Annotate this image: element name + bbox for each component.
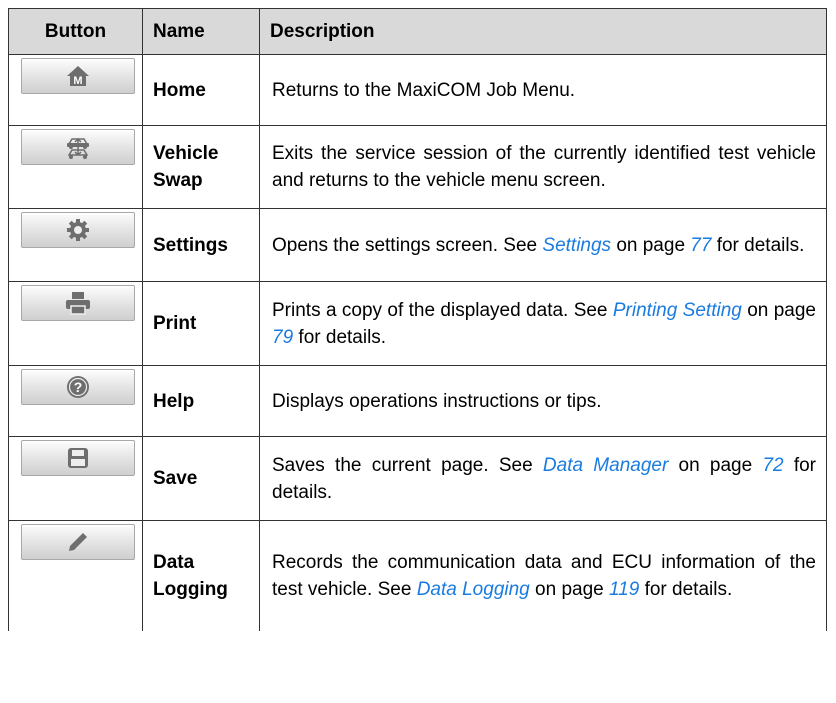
table-row: Data Logging Records the communication d… — [8, 520, 827, 631]
vehicle-swap-icon — [67, 137, 89, 159]
row-description: Prints a copy of the displayed data. See… — [259, 281, 827, 366]
vehicle-swap-button[interactable] — [21, 129, 135, 165]
header-description: Description — [259, 8, 827, 55]
row-description: Records the communication data and ECU i… — [259, 520, 827, 631]
row-description: Opens the settings screen. See Settings … — [259, 208, 827, 282]
page-link[interactable]: 72 — [762, 455, 783, 476]
svg-text:M: M — [73, 75, 82, 87]
page-link[interactable]: 77 — [690, 235, 711, 256]
header-name: Name — [142, 8, 260, 55]
print-button[interactable] — [21, 285, 135, 321]
pencil-icon — [69, 533, 87, 551]
data-logging-link[interactable]: Data Logging — [417, 579, 530, 600]
table-row: M Home Returns to the MaxiCOM Job Menu. — [8, 54, 827, 126]
svg-text:?: ? — [74, 379, 83, 395]
row-name: Print — [142, 281, 260, 366]
page-link[interactable]: 119 — [609, 579, 639, 600]
table-row: Print Prints a copy of the displayed dat… — [8, 281, 827, 366]
table-row: Save Saves the current page. See Data Ma… — [8, 436, 827, 521]
page-link[interactable]: 79 — [272, 327, 293, 348]
row-description: Displays operations instructions or tips… — [259, 365, 827, 437]
row-name: Vehicle Swap — [142, 125, 260, 209]
save-button[interactable] — [21, 440, 135, 476]
data-logging-button[interactable] — [21, 524, 135, 560]
help-icon: ? — [67, 376, 89, 398]
table-row: ? Help Displays operations instructions … — [8, 365, 827, 437]
gear-icon — [67, 219, 89, 241]
settings-button[interactable] — [21, 212, 135, 248]
data-manager-link[interactable]: Data Manager — [543, 455, 668, 476]
help-button[interactable]: ? — [21, 369, 135, 405]
row-name: Help — [142, 365, 260, 437]
row-name: Settings — [142, 208, 260, 282]
home-icon: M — [67, 66, 89, 87]
row-description: Exits the service session of the current… — [259, 125, 827, 209]
table-header-row: Button Name Description — [8, 8, 827, 55]
button-reference-table: Button Name Description M Home Returns t… — [8, 8, 827, 631]
row-name: Data Logging — [142, 520, 260, 631]
header-button: Button — [8, 8, 143, 55]
row-description: Returns to the MaxiCOM Job Menu. — [259, 54, 827, 126]
table-row: Settings Opens the settings screen. See … — [8, 208, 827, 282]
row-description: Saves the current page. See Data Manager… — [259, 436, 827, 521]
printing-setting-link[interactable]: Printing Setting — [613, 300, 742, 321]
row-name: Home — [142, 54, 260, 126]
settings-link[interactable]: Settings — [542, 235, 611, 256]
table-row: Vehicle Swap Exits the service session o… — [8, 125, 827, 209]
printer-icon — [66, 292, 90, 315]
row-name: Save — [142, 436, 260, 521]
home-button[interactable]: M — [21, 58, 135, 94]
floppy-disk-icon — [68, 448, 88, 468]
